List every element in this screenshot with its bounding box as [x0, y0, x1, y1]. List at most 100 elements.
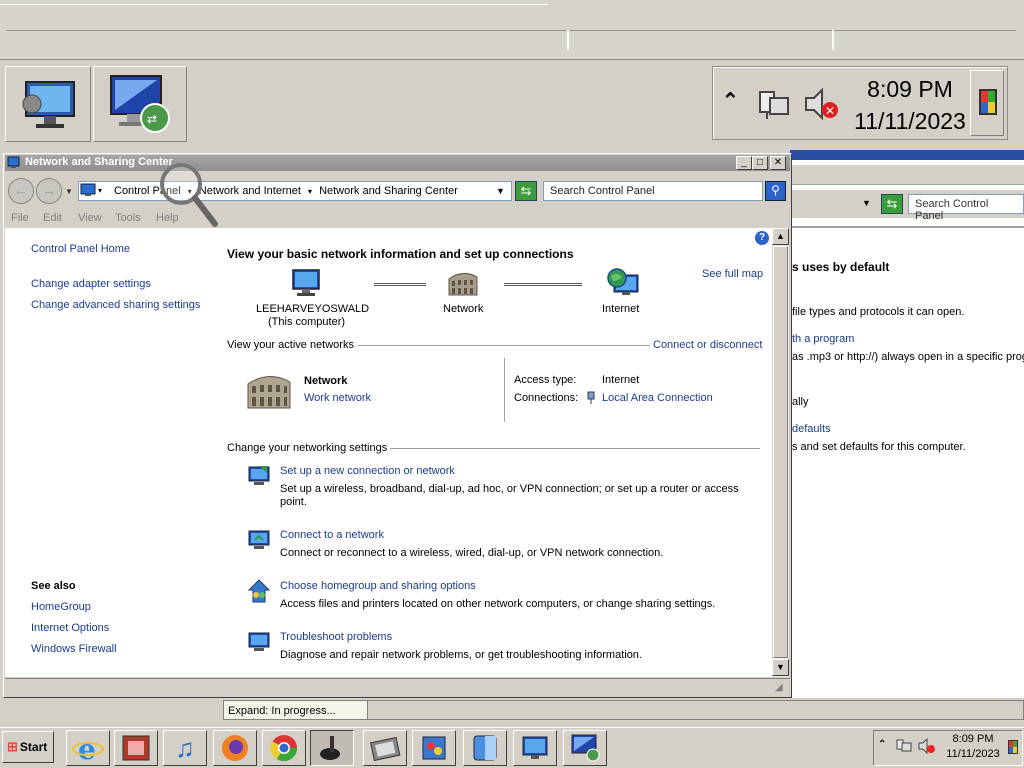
bg-link-defaults[interactable]: defaults	[792, 423, 831, 435]
connect-disconnect-link[interactable]: Connect or disconnect	[653, 339, 762, 351]
tray-volume-muted-icon[interactable]	[918, 738, 936, 754]
task-troubleshoot-link[interactable]: Troubleshoot problems	[280, 631, 392, 643]
address-dropdown-icon[interactable]: ▼	[496, 186, 505, 196]
scroll-down-button[interactable]: ▼	[772, 659, 789, 676]
resize-grip-icon[interactable]: ◢	[775, 682, 783, 693]
taskbar-magnifier[interactable]	[310, 730, 354, 766]
maximize-button[interactable]: □	[752, 156, 768, 170]
magnifier-icon	[320, 736, 340, 760]
dropdown-arrow-icon[interactable]: ▼	[862, 198, 871, 208]
minimize-button[interactable]: _	[736, 156, 752, 170]
start-button[interactable]: ⊞ Start	[2, 731, 54, 763]
background-search-input[interactable]: Search Control Panel	[908, 194, 1024, 222]
display-settings-icon	[22, 81, 75, 128]
close-button[interactable]: ✕	[770, 156, 786, 170]
taskbar-app-8[interactable]	[412, 730, 456, 766]
breadcrumb-network-sharing[interactable]: Network and Sharing Center	[319, 185, 458, 197]
scroll-thumb[interactable]	[773, 246, 788, 658]
network-label: Network	[443, 303, 484, 315]
refresh-icon[interactable]: ⇆	[881, 194, 903, 214]
taskbar-display-settings[interactable]	[513, 730, 557, 766]
vertical-divider	[504, 358, 505, 422]
connections-label: Connections:	[514, 392, 579, 404]
mag-line	[0, 4, 548, 5]
network-tray-icon[interactable]	[756, 86, 792, 122]
active-network-colosseum-icon	[247, 376, 291, 409]
help-icon[interactable]: ?	[755, 231, 769, 245]
taskbar-media-app[interactable]	[114, 730, 158, 766]
menu-edit[interactable]: Edit	[43, 212, 62, 224]
expand-tooltip: Expand: In progress...	[223, 700, 368, 720]
mag-taskbar-button-remote[interactable]: ⇄	[93, 66, 187, 142]
action-center-small-icon[interactable]	[1006, 738, 1020, 756]
volume-muted-icon[interactable]: ✕	[802, 86, 842, 122]
action-center-icon	[979, 89, 997, 115]
settings-title: Change your networking settings	[227, 442, 388, 454]
task-new-connection-link[interactable]: Set up a new connection or network	[280, 465, 455, 477]
background-window-bar	[790, 165, 1024, 185]
svg-text:⇄: ⇄	[147, 112, 157, 126]
search-button[interactable]: ⚲	[765, 181, 786, 201]
photo-viewer-icon	[370, 736, 401, 762]
divider	[790, 226, 1024, 228]
search-input[interactable]: Search Control Panel	[543, 181, 763, 201]
tray-expand-icon[interactable]: ⌃	[878, 739, 886, 750]
sidebar-advanced-sharing[interactable]: Change advanced sharing settings	[31, 299, 200, 311]
scroll-up-button[interactable]: ▲	[772, 228, 789, 245]
access-type-value: Internet	[602, 374, 640, 386]
new-connection-icon	[248, 466, 270, 485]
taskbar-app-9[interactable]	[463, 730, 507, 766]
task-connect-network-link[interactable]: Connect to a network	[280, 529, 384, 541]
taskbar-music[interactable]: ♫	[163, 730, 207, 766]
mag-show-desktop-button[interactable]	[970, 70, 1004, 136]
menu-view[interactable]: View	[78, 212, 102, 224]
mag-line	[6, 30, 1016, 31]
back-button[interactable]: ←	[8, 178, 34, 204]
breadcrumb-chevron-icon[interactable]: ▾	[308, 187, 312, 196]
section-divider	[390, 448, 760, 449]
internet-globe-icon	[607, 268, 639, 295]
bg-link-program[interactable]: th a program	[792, 333, 854, 345]
forward-button[interactable]: →	[36, 178, 62, 204]
local-area-connection-link[interactable]: Local Area Connection	[602, 392, 713, 404]
address-chevron-icon[interactable]: ▾	[98, 186, 102, 195]
bg-text: file types and protocols it can open.	[792, 306, 965, 318]
menu-help[interactable]: Help	[156, 212, 179, 224]
mag-taskbar-button-display[interactable]	[5, 66, 91, 142]
see-also-title: See also	[31, 580, 76, 592]
task-homegroup-link[interactable]: Choose homegroup and sharing options	[280, 580, 476, 592]
window-titlebar[interactable]: Network and Sharing Center	[5, 155, 790, 171]
tray-network-icon[interactable]	[896, 738, 912, 754]
map-link-line	[374, 283, 426, 286]
window-title: Network and Sharing Center	[25, 156, 173, 168]
clock-time[interactable]: 8:09 PM	[942, 733, 1004, 745]
sidebar-homegroup[interactable]: HomeGroup	[31, 601, 91, 613]
show-hidden-icons-icon[interactable]: ⌃	[722, 88, 739, 113]
finder-icon	[473, 735, 497, 761]
taskbar-firefox[interactable]	[213, 730, 257, 766]
network-type-link[interactable]: Work network	[304, 392, 371, 404]
address-bar[interactable]: Control Panel ▾ Network and Internet ▾ N…	[78, 181, 512, 201]
clock-date[interactable]: 11/11/2023	[942, 748, 1004, 760]
music-note-icon: ♫	[175, 732, 195, 763]
svg-text:✕: ✕	[825, 104, 835, 118]
menu-file[interactable]: File	[11, 212, 29, 224]
refresh-icon[interactable]: ⇆	[515, 181, 537, 201]
control-panel-icon	[7, 156, 20, 168]
sidebar-control-panel-home[interactable]: Control Panel Home	[31, 243, 130, 255]
taskbar-chrome[interactable]	[262, 730, 306, 766]
taskbar-app-7[interactable]	[363, 730, 407, 766]
taskbar-internet-explorer[interactable]: e	[66, 730, 110, 766]
section-divider	[358, 345, 650, 346]
see-full-map-link[interactable]: See full map	[702, 268, 763, 280]
windows-logo-icon: ⊞	[7, 739, 18, 754]
sidebar-change-adapter[interactable]: Change adapter settings	[31, 278, 151, 290]
bg-text: ally	[792, 396, 809, 408]
active-networks-title: View your active networks	[227, 339, 354, 351]
taskbar-remote-desktop[interactable]	[563, 730, 607, 766]
remote-desktop-icon: ⇄	[110, 75, 170, 133]
sidebar-internet-options[interactable]: Internet Options	[31, 622, 109, 634]
recent-pages-icon[interactable]: ▼	[65, 187, 73, 196]
sidebar-windows-firewall[interactable]: Windows Firewall	[31, 643, 117, 655]
menu-tools[interactable]: Tools	[115, 212, 141, 224]
